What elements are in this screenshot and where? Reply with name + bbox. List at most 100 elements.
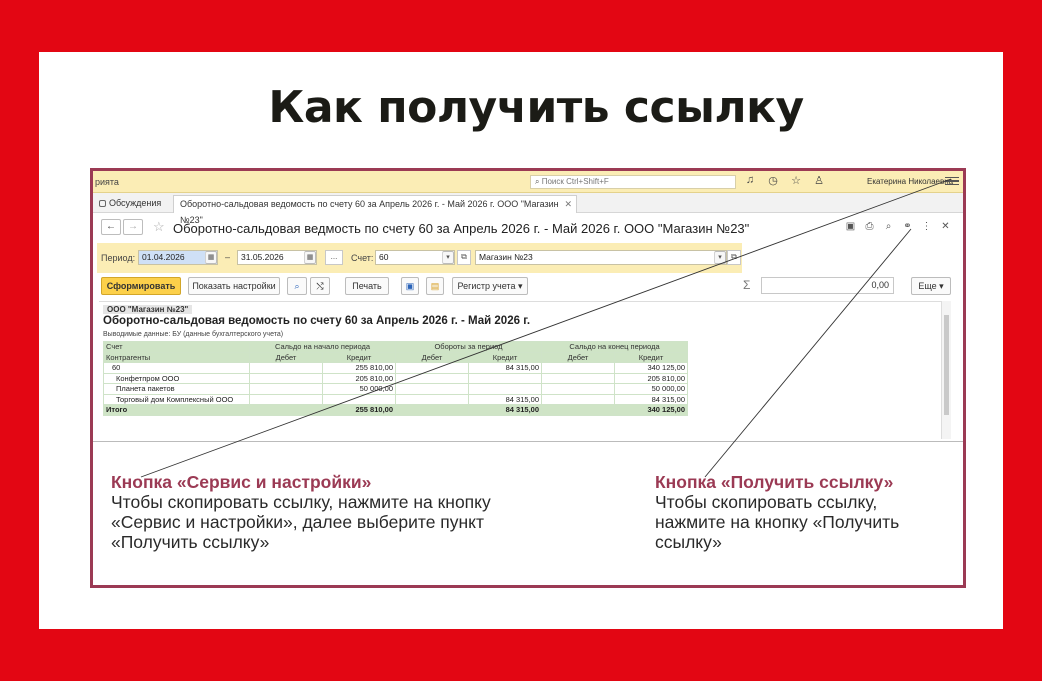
document-title: Оборотно-сальдовая ведмость по счету 60 … [173,221,750,236]
header-cell: Дебет [249,351,323,363]
table-cell[interactable]: Планета пакетов [103,383,250,395]
tab-report[interactable]: Оборотно-сальдовая ведомость по счету 60… [173,195,577,225]
search-input[interactable]: ⌕ Поиск Ctrl+Shift+F [530,175,736,189]
table-cell[interactable]: 205 810,00 [322,372,396,384]
service-settings-icon[interactable] [945,174,959,188]
total-cell: 255 810,00 [322,404,396,416]
total-cell: 340 125,00 [614,404,688,416]
history-icon[interactable]: ◷ [766,174,780,187]
calendar-icon[interactable]: ▦ [205,251,217,264]
vertical-scrollbar[interactable] [941,301,951,439]
table-cell[interactable]: 50 000,00 [322,383,396,395]
star-icon[interactable]: ☆ [789,174,803,187]
close-icon[interactable]: ✕ [940,221,951,232]
register-button[interactable]: Регистр учета ▾ [452,277,528,295]
command-bar: Сформировать Показать настройки ⌕ ⤭ Печа… [93,275,963,297]
report-area: ООО "Магазин №23" Оборотно-сальдовая вед… [99,301,951,439]
table-cell[interactable] [249,372,323,384]
folder-icon[interactable]: ▤ [426,277,444,295]
account-label: Счет: [351,253,374,263]
search-placeholder: Поиск Ctrl+Shift+F [541,177,609,186]
table-cell[interactable] [541,393,615,405]
app-name: рията [95,177,119,187]
open-icon[interactable]: ⧉ [727,250,741,265]
divider [93,441,963,442]
filter-panel: Период: 01.04.2026 ▦ – 31.05.2026 ▦ ... … [97,243,742,273]
print-icon[interactable]: ⎙ [864,221,875,232]
caption-heading: Кнопка «Получить ссылку» [655,472,894,492]
generate-button[interactable]: Сформировать [101,277,181,295]
table-cell[interactable]: Торговый дом Комплексный ООО [103,393,250,405]
search-icon[interactable]: ⌕ [287,277,307,295]
total-row: Итого 255 810,00 84 315,00 340 125,00 [103,404,688,416]
table-cell[interactable] [468,383,542,395]
screenshot-frame: рията ⌕ Поиск Ctrl+Shift+F ♫ ◷ ☆ ♙ Екате… [90,168,966,588]
sum-icon: Σ [743,278,751,292]
caption-get-link: Кнопка «Получить ссылку» Чтобы скопирова… [655,472,955,552]
forward-button[interactable]: → [123,219,143,235]
chevron-down-icon[interactable]: ▾ [714,251,726,264]
table-cell[interactable]: 84 315,00 [468,393,542,405]
table-cell[interactable] [395,362,469,374]
total-label: Итого [103,404,250,416]
table-cell[interactable] [395,383,469,395]
table-cell[interactable] [395,393,469,405]
discussion-icon [99,200,106,207]
caption-heading: Кнопка «Сервис и настройки» [111,472,372,492]
period-to-field[interactable]: 31.05.2026 ▦ [237,250,317,265]
table-cell[interactable] [249,393,323,405]
tab-discussions[interactable]: Обсуждения [95,195,169,213]
save-icon[interactable]: ▣ [401,277,419,295]
user-name[interactable]: Екатерина Николаевна [867,177,953,186]
favorite-star-icon[interactable]: ☆ [153,219,165,235]
show-settings-button[interactable]: Показать настройки [188,277,280,295]
header-cell: Дебет [395,351,469,363]
header-cell: Сальдо на начало периода [249,341,396,353]
link-icon[interactable]: ⚭ [902,221,913,232]
account-value: 60 [379,252,389,262]
header-cell: Кредит [614,351,688,363]
table-cell[interactable] [541,372,615,384]
table-cell[interactable]: 60 [103,362,250,374]
chevron-down-icon[interactable]: ▾ [442,251,454,264]
users-icon[interactable]: ♙ [812,174,826,187]
table-cell[interactable]: 205 810,00 [614,372,688,384]
print-button[interactable]: Печать [345,277,389,295]
table-cell[interactable]: 50 000,00 [614,383,688,395]
calendar-icon[interactable]: ▦ [304,251,316,264]
table-cell[interactable]: 84 315,00 [614,393,688,405]
copy-icon[interactable]: ⧉ [457,250,471,265]
table-cell[interactable]: 255 810,00 [322,362,396,374]
save-icon[interactable]: ▣ [845,221,856,232]
table-cell[interactable]: 340 125,00 [614,362,688,374]
sum-field: 0,00 [761,277,894,294]
table-cell[interactable] [322,393,396,405]
period-select-button[interactable]: ... [325,250,343,265]
caption-line: «Получить ссылку» [111,532,270,552]
header-cell: Сальдо на конец периода [541,341,688,353]
table-cell[interactable] [541,383,615,395]
top-bar: рията ⌕ Поиск Ctrl+Shift+F ♫ ◷ ☆ ♙ Екате… [93,171,963,193]
table-cell[interactable] [468,372,542,384]
back-button[interactable]: ← [101,219,121,235]
table-cell[interactable]: 84 315,00 [468,362,542,374]
table-cell[interactable] [395,372,469,384]
more-label: Еще [918,281,937,291]
close-tab-icon[interactable]: ✕ [564,196,572,212]
clear-search-icon[interactable]: ⤭ [310,277,330,295]
table-cell[interactable] [249,383,323,395]
header-cell: Обороты за период [395,341,542,353]
caption-line: «Сервис и настройки», далее выберите пун… [111,512,485,532]
report-organization: ООО "Магазин №23" [103,305,193,314]
preview-icon[interactable]: ⌕ [883,221,894,232]
account-field[interactable]: 60 ▾ [375,250,455,265]
bell-icon[interactable]: ♫ [743,174,757,187]
more-icon[interactable]: ⋮ [921,221,932,232]
more-button[interactable]: Еще ▾ [911,277,951,295]
caption-line: нажмите на кнопку «Получить [655,512,900,532]
table-cell[interactable] [249,362,323,374]
table-cell[interactable] [541,362,615,374]
table-cell[interactable]: Конфетпром ООО [103,372,250,384]
organization-field[interactable]: Магазин №23 ▾ [475,250,727,265]
period-from-field[interactable]: 01.04.2026 ▦ [138,250,218,265]
